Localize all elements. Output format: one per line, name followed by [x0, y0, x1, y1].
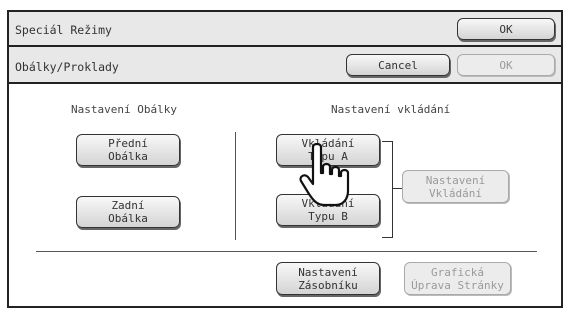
subheader-title: Obálky/Proklady: [15, 60, 119, 74]
front-cover-label-1: Přední: [108, 137, 148, 150]
horizontal-divider: [36, 251, 537, 252]
insert-bracket: [382, 141, 393, 238]
tray-settings-label-2: Zásobníku: [298, 278, 358, 292]
tray-settings-label-1: Nastavení: [298, 265, 358, 279]
header-ok-button[interactable]: OK: [457, 18, 555, 40]
subheader-ok-label: OK: [499, 58, 513, 72]
cover-settings-heading: Nastavení Obálky: [71, 103, 177, 116]
vertical-divider: [235, 132, 236, 240]
header-bar: Speciál Režimy OK: [9, 12, 561, 47]
insert-settings-label-1: Nastavení: [425, 173, 486, 187]
special-modes-dialog: Speciál Režimy OK Obálky/Proklady Cancel…: [7, 10, 563, 308]
front-cover-label-2: Obálka: [108, 150, 148, 163]
dialog-title: Speciál Režimy: [15, 23, 112, 37]
pointing-hand-icon: [299, 143, 350, 207]
header-ok-label: OK: [499, 22, 513, 36]
bracket-connector: [392, 188, 402, 189]
front-cover-button[interactable]: Přední Obálka: [76, 134, 180, 166]
graphic-page-edit-label-1: Grafická: [431, 265, 484, 279]
graphic-page-edit-label-2: Úprava Stránky: [411, 278, 504, 292]
insert-settings-button[interactable]: Nastavení Vkládání: [402, 170, 509, 203]
cancel-button[interactable]: Cancel: [346, 54, 450, 76]
back-cover-button[interactable]: Zadní Obálka: [76, 196, 180, 228]
back-cover-label-1: Zadní: [111, 199, 145, 212]
cancel-label: Cancel: [378, 58, 418, 72]
subheader-ok-button[interactable]: OK: [457, 54, 555, 76]
insert-settings-heading: Nastavení vkládání: [331, 103, 451, 116]
tray-settings-button[interactable]: Nastavení Zásobníku: [276, 262, 380, 295]
graphic-page-edit-button[interactable]: Grafická Úprava Stránky: [404, 262, 511, 295]
back-cover-label-2: Obálka: [108, 212, 148, 225]
insert-settings-label-2: Vkládání: [429, 186, 482, 200]
subheader-bar: Obálky/Proklady Cancel OK: [9, 47, 561, 84]
